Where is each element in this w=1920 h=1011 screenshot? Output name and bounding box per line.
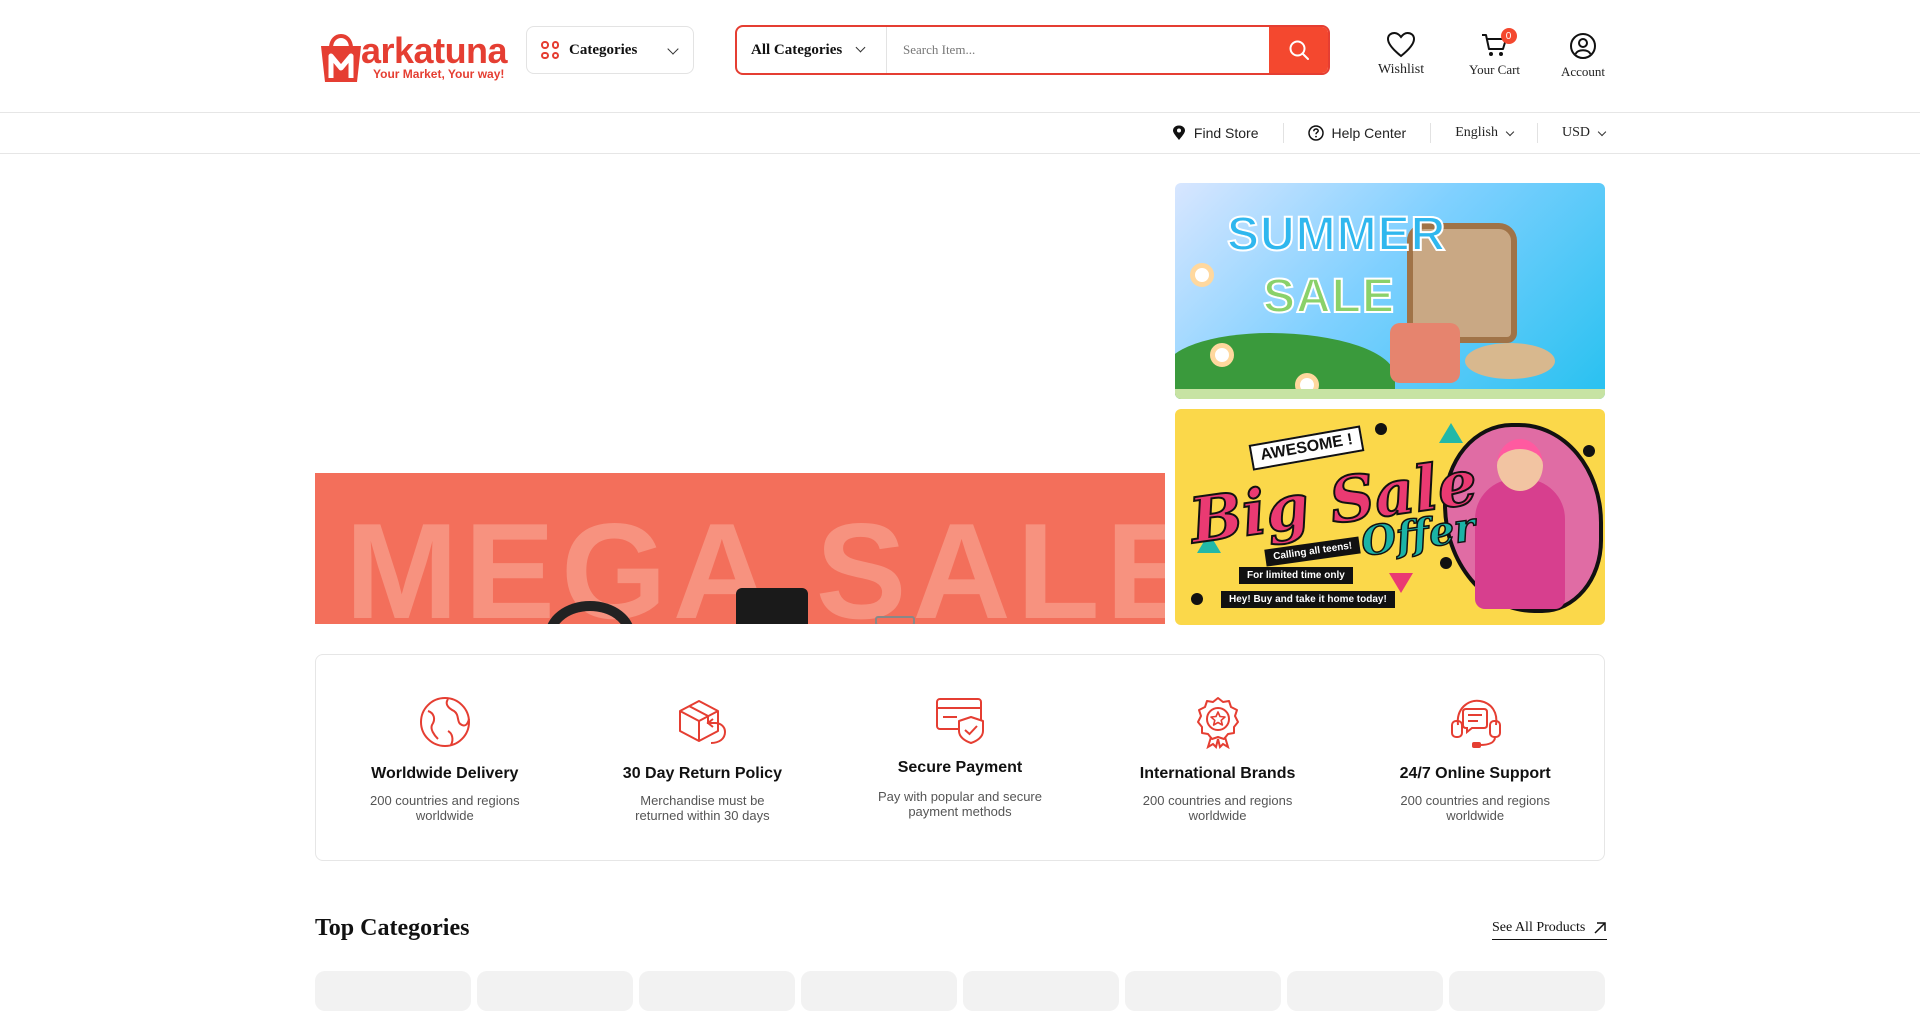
currency-label: USD [1561, 125, 1590, 140]
decor-dot [1375, 423, 1387, 435]
flower-image [1190, 263, 1214, 287]
search-input[interactable] [887, 27, 1271, 73]
purse-image [1390, 323, 1460, 383]
big-sale-pill-3: Hey! Buy and take it home today! [1221, 591, 1395, 608]
cart-label: Your Cart [1469, 62, 1521, 77]
see-all-label: See All Products [1492, 920, 1586, 935]
map-pin-icon [1172, 125, 1185, 140]
category-card[interactable] [963, 971, 1119, 1011]
site-header: arkatuna Your Market, Your way! Categori… [0, 0, 1920, 113]
feature-description: 200 countries and regions worldwide [1142, 793, 1293, 823]
feature-worldwide-delivery: Worldwide Delivery 200 countries and reg… [316, 655, 574, 860]
feature-international-brands: International Brands 200 countries and r… [1089, 655, 1347, 860]
feature-return-policy: 30 Day Return Policy Merchandise must be… [574, 655, 832, 860]
features-strip: Worldwide Delivery 200 countries and reg… [315, 654, 1605, 861]
utility-bar: Find Store Help Center English USD [0, 113, 1920, 154]
globe-icon [419, 697, 470, 747]
secure-card-icon [935, 698, 984, 744]
feature-title: 24/7 Online Support [1399, 765, 1551, 782]
category-card[interactable] [801, 971, 957, 1011]
categories-grid-icon [541, 41, 559, 59]
help-circle-icon [1307, 125, 1324, 141]
gadget-image [875, 616, 915, 624]
feature-title: Secure Payment [897, 759, 1023, 776]
big-sale-pill-2: For limited time only [1239, 567, 1353, 584]
feature-description: Pay with popular and secure payment meth… [877, 789, 1042, 819]
search-bar: All Categories [735, 25, 1330, 75]
model-face [1497, 439, 1543, 491]
categories-label: Categories [569, 41, 638, 58]
big-sale-banner[interactable]: AWESOME ! Big Sale Offer Calling all tee… [1175, 409, 1605, 625]
summer-sale-banner[interactable]: SUMMER SALE [1175, 183, 1605, 399]
language-label: English [1455, 125, 1498, 140]
heart-icon [1387, 32, 1416, 58]
feature-online-support: 24/7 Online Support 200 countries and re… [1346, 655, 1604, 860]
model-image [1475, 479, 1565, 609]
decor-dot [1583, 445, 1595, 457]
find-store-link[interactable]: Find Store [1148, 123, 1284, 143]
feature-title: Worldwide Delivery [371, 765, 519, 782]
feature-description: 200 countries and regions worldwide [1400, 793, 1550, 823]
decor-dot [1191, 593, 1203, 605]
feature-description: Merchandise must be returned within 30 d… [635, 793, 770, 823]
help-center-link[interactable]: Help Center [1284, 123, 1432, 143]
search-category-label: All Categories [751, 41, 843, 58]
category-card[interactable] [477, 971, 633, 1011]
hero-main-banner[interactable]: MEGA SALE [315, 473, 1165, 624]
language-select[interactable]: English [1431, 123, 1538, 143]
summer-sale-title-line1: SUMMER [1226, 208, 1447, 261]
feature-title: 30 Day Return Policy [622, 765, 782, 782]
feature-description: 200 countries and regions worldwide [369, 793, 520, 823]
headset-icon [1451, 699, 1502, 748]
see-all-products-link[interactable]: See All Products [1492, 920, 1608, 940]
arrow-up-right-icon [1594, 922, 1607, 934]
chevron-down-icon [667, 43, 679, 55]
decor-triangle [1439, 423, 1463, 443]
brand-wordmark: arkatuna [361, 30, 508, 71]
brand-tagline: Your Market, Your way! [373, 67, 505, 81]
search-icon [1289, 40, 1309, 60]
account-button[interactable]: Account [1561, 32, 1605, 80]
cart-count-badge: 0 [1500, 28, 1517, 44]
chevron-down-icon [1505, 127, 1515, 136]
sunhat-image [1465, 343, 1555, 379]
return-box-icon [679, 700, 727, 744]
wishlist-label: Wishlist [1378, 62, 1425, 77]
help-center-label: Help Center [1331, 125, 1407, 141]
cart-button[interactable]: 0 Your Cart [1469, 28, 1521, 78]
categories-dropdown[interactable]: Categories [526, 26, 694, 74]
utility-links: Find Store Help Center English USD [1148, 113, 1607, 153]
badge-star-icon [1196, 697, 1239, 749]
category-card[interactable] [1449, 971, 1605, 1011]
chevron-down-icon [855, 42, 866, 53]
category-card[interactable] [315, 971, 471, 1011]
user-circle-icon [1570, 33, 1597, 59]
category-cards-row [315, 971, 1605, 1011]
feature-title: International Brands [1139, 765, 1296, 782]
search-category-select[interactable]: All Categories [737, 27, 887, 73]
shopping-bag-logo-icon [321, 34, 361, 82]
sand-strip [1175, 389, 1605, 399]
category-card[interactable] [639, 971, 795, 1011]
feature-secure-payment: Secure Payment Pay with popular and secu… [831, 655, 1089, 860]
speaker-image [736, 588, 808, 624]
brand-logo[interactable]: arkatuna Your Market, Your way! [315, 26, 508, 86]
chevron-down-icon [1597, 127, 1607, 136]
find-store-label: Find Store [1193, 125, 1259, 141]
wishlist-button[interactable]: Wishlist [1378, 32, 1424, 78]
category-card[interactable] [1287, 971, 1443, 1011]
account-label: Account [1561, 64, 1606, 79]
currency-select[interactable]: USD [1538, 123, 1607, 143]
search-button[interactable] [1269, 27, 1328, 73]
decor-triangle [1389, 573, 1413, 593]
summer-sale-title-line2: SALE [1262, 270, 1396, 323]
decor-dot [1440, 557, 1452, 569]
category-card[interactable] [1125, 971, 1281, 1011]
flower-image [1210, 343, 1234, 367]
top-categories-heading: Top Categories [315, 915, 470, 941]
